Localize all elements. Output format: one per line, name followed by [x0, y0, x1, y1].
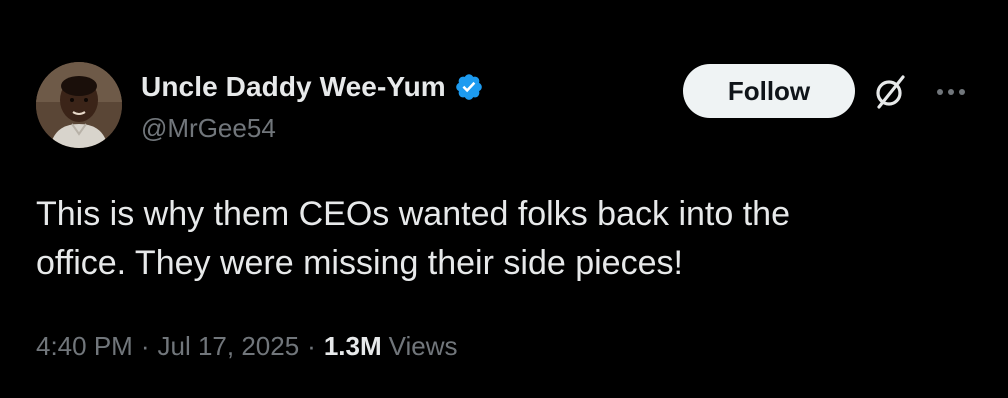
author-name-row[interactable]: Uncle Daddy Wee-Yum: [141, 68, 484, 106]
meta-separator: ·: [140, 331, 150, 361]
tweet-time[interactable]: 4:40 PM: [36, 331, 133, 362]
verified-badge-icon: [454, 72, 484, 102]
author-handle[interactable]: @MrGee54: [141, 113, 276, 144]
tweet-text: This is why them CEOs wanted folks back …: [36, 195, 790, 282]
more-dots-icon[interactable]: [930, 72, 972, 112]
tweet-date[interactable]: Jul 17, 2025: [158, 331, 300, 362]
grok-slash-icon[interactable]: [870, 72, 910, 112]
dot: [937, 89, 943, 95]
dot: [959, 89, 965, 95]
views-count[interactable]: 1.3M: [324, 331, 382, 362]
tweet-meta: 4:40 PM · Jul 17, 2025 · 1.3M Views: [36, 331, 458, 362]
meta-separator: ·: [307, 331, 316, 361]
author-display-name[interactable]: Uncle Daddy Wee-Yum: [141, 71, 446, 103]
follow-button[interactable]: Follow: [683, 64, 855, 118]
avatar[interactable]: [36, 62, 122, 148]
dot: [948, 89, 954, 95]
tweet-card: Uncle Daddy Wee-Yum @MrGee54 Follow This…: [0, 0, 1008, 398]
views-label: Views: [388, 331, 458, 361]
